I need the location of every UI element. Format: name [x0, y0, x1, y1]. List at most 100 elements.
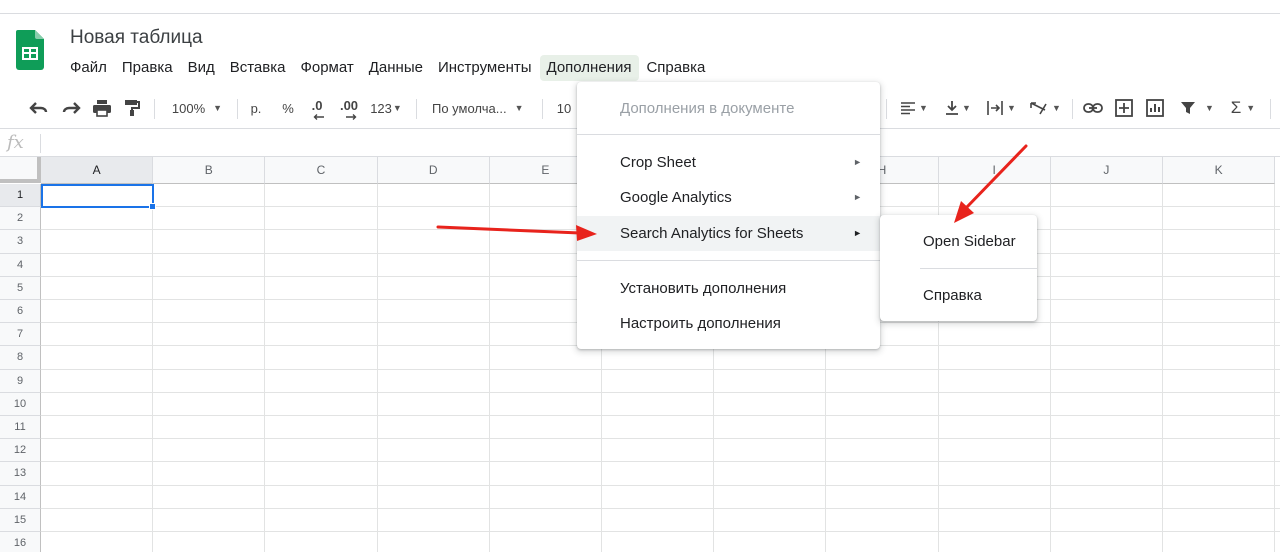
- menu-tools[interactable]: Инструменты: [431, 55, 540, 81]
- row-header-15[interactable]: 15: [0, 508, 41, 532]
- row-header-6[interactable]: 6: [0, 300, 41, 324]
- menu-item-label: Search Analytics for Sheets: [620, 225, 804, 242]
- grid-row-line: [41, 461, 1280, 463]
- select-all-corner[interactable]: [0, 157, 41, 183]
- chevron-down-icon: ▼: [392, 103, 402, 113]
- sheets-logo[interactable]: [16, 30, 44, 70]
- chevron-down-icon: ▼: [1205, 103, 1214, 113]
- column-header-j[interactable]: J: [1050, 157, 1163, 184]
- menu-separator: [577, 134, 880, 135]
- text-wrap-icon[interactable]: ▼: [982, 87, 1020, 129]
- align-left-icon[interactable]: ▼: [896, 87, 932, 129]
- toolbar-separator: [542, 99, 543, 119]
- row-header-11[interactable]: 11: [0, 416, 41, 440]
- number-format-select[interactable]: 123 ▼: [367, 87, 405, 129]
- menu-item-crop-sheet[interactable]: Crop Sheet ►: [577, 145, 880, 180]
- menu-file[interactable]: Файл: [63, 55, 115, 81]
- toolbar-separator: [154, 99, 155, 119]
- menu-item-label: Google Analytics: [620, 189, 732, 206]
- percent-button[interactable]: %: [277, 87, 299, 129]
- print-icon[interactable]: [91, 87, 113, 129]
- column-header-k[interactable]: K: [1163, 157, 1276, 184]
- fill-handle[interactable]: [149, 203, 156, 210]
- grid-row-line: [41, 531, 1280, 532]
- fx-label: fx: [7, 132, 24, 153]
- menu-item-manage-addons[interactable]: Настроить дополнения: [577, 306, 880, 341]
- chevron-down-icon: ▼: [514, 103, 524, 113]
- text-rotation-icon[interactable]: ▼: [1026, 87, 1064, 129]
- row-header-16[interactable]: 16: [0, 532, 41, 552]
- grid-row-line: [41, 484, 1280, 486]
- menu-data[interactable]: Данные: [362, 55, 431, 81]
- menu-item-open-sidebar[interactable]: Open Sidebar: [880, 224, 1037, 260]
- toolbar-separator: [237, 99, 238, 119]
- redo-icon[interactable]: [60, 87, 82, 129]
- grid-row-line: [41, 507, 1280, 509]
- chevron-down-icon: ▼: [213, 103, 223, 113]
- row-header-2[interactable]: 2: [0, 207, 41, 231]
- row-header-10[interactable]: 10: [0, 392, 41, 416]
- insert-chart-icon[interactable]: [1143, 87, 1167, 129]
- chevron-down-icon: ▼: [1052, 103, 1061, 113]
- menu-help[interactable]: Справка: [639, 55, 713, 81]
- decrease-decimal-button[interactable]: .0: [306, 87, 328, 129]
- font-family-select[interactable]: По умолча... ▼: [425, 87, 533, 129]
- toolbar-separator: [886, 99, 887, 119]
- font-size-select[interactable]: 10: [552, 87, 576, 129]
- vertical-align-icon[interactable]: ▼: [940, 87, 976, 129]
- menu-insert[interactable]: Вставка: [223, 55, 294, 81]
- menu-item-search-analytics[interactable]: Search Analytics for Sheets ►: [577, 216, 880, 251]
- selected-cell-a1[interactable]: [41, 184, 154, 208]
- column-header-a[interactable]: A: [41, 157, 154, 184]
- column-header-i[interactable]: I: [938, 157, 1051, 184]
- menu-bar: Файл Правка Вид Вставка Формат Данные Ин…: [63, 55, 713, 81]
- increase-decimal-button[interactable]: .00: [337, 87, 361, 129]
- chevron-down-icon: ▼: [1007, 103, 1016, 113]
- column-header-d[interactable]: D: [377, 157, 490, 184]
- grid-row-line: [41, 415, 1280, 416]
- chevron-down-icon: ▼: [919, 103, 928, 113]
- menu-separator: [920, 268, 1037, 269]
- menu-item-install-addons[interactable]: Установить дополнения: [577, 271, 880, 306]
- menu-item-google-analytics[interactable]: Google Analytics ►: [577, 180, 880, 215]
- row-header-3[interactable]: 3: [0, 230, 41, 254]
- toolbar-separator: [1270, 99, 1271, 119]
- toolbar-separator: [1072, 99, 1073, 119]
- chevron-down-icon: ▼: [962, 103, 971, 113]
- row-header-9[interactable]: 9: [0, 369, 41, 393]
- addons-in-document-header: Дополнения в документе: [620, 100, 795, 117]
- zoom-select[interactable]: 100% ▼: [164, 87, 230, 129]
- column-header-b[interactable]: B: [153, 157, 266, 184]
- row-header-1[interactable]: 1: [0, 184, 41, 208]
- search-analytics-submenu: Open Sidebar Справка: [880, 215, 1037, 321]
- menu-addons[interactable]: Дополнения: [539, 55, 640, 81]
- document-title[interactable]: Новая таблица: [70, 27, 203, 49]
- functions-icon[interactable]: Σ ▼: [1224, 87, 1262, 129]
- menu-item-help[interactable]: Справка: [880, 278, 1037, 314]
- row-header-5[interactable]: 5: [0, 276, 41, 300]
- filter-icon[interactable]: ▼: [1174, 87, 1220, 129]
- menu-view[interactable]: Вид: [181, 55, 223, 81]
- paint-format-icon[interactable]: [122, 87, 142, 129]
- currency-button[interactable]: р.: [245, 87, 267, 129]
- row-header-13[interactable]: 13: [0, 462, 41, 486]
- number-format-label: 123: [370, 100, 392, 116]
- formula-bar-separator: [40, 134, 41, 153]
- undo-icon[interactable]: [28, 87, 50, 129]
- row-header-14[interactable]: 14: [0, 485, 41, 509]
- chevron-down-icon: ▼: [1246, 103, 1256, 113]
- toolbar-separator: [416, 99, 417, 119]
- row-header-12[interactable]: 12: [0, 439, 41, 463]
- column-header-c[interactable]: C: [265, 157, 378, 184]
- row-header-7[interactable]: 7: [0, 323, 41, 347]
- link-icon[interactable]: [1081, 87, 1105, 129]
- addons-dropdown-menu: Дополнения в документе Crop Sheet ► Goog…: [577, 82, 880, 349]
- menu-separator: [577, 260, 880, 261]
- row-header-8[interactable]: 8: [0, 346, 41, 370]
- increase-decimal-label: .00: [339, 97, 359, 113]
- menu-edit[interactable]: Правка: [115, 55, 181, 81]
- row-header-4[interactable]: 4: [0, 253, 41, 277]
- menu-item-label: Crop Sheet: [620, 154, 696, 171]
- insert-comment-icon[interactable]: [1112, 87, 1136, 129]
- menu-format[interactable]: Формат: [293, 55, 361, 81]
